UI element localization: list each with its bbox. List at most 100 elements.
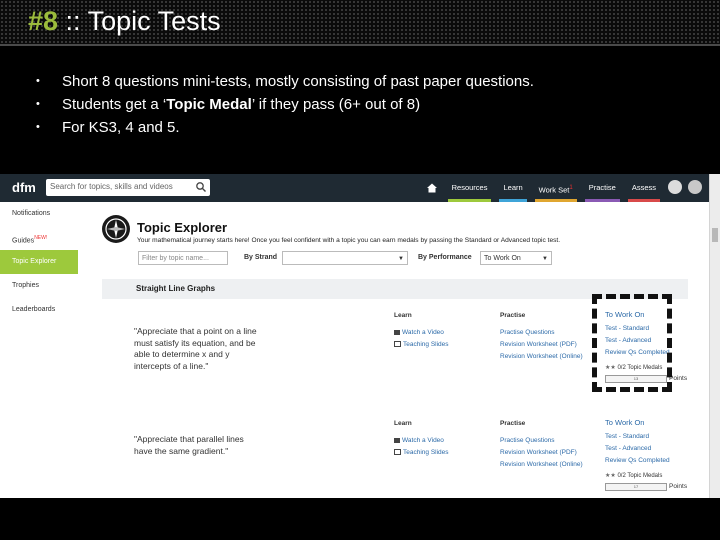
search-icon[interactable]: [195, 181, 207, 193]
app-screenshot: dfm Search for topics, skills and videos…: [0, 174, 720, 498]
test-advanced-link[interactable]: Test - Advanced: [605, 445, 651, 452]
sidebar-item-leaderboards[interactable]: Leaderboards: [0, 298, 78, 322]
bullet-text: For KS3, 4 and 5.: [62, 119, 180, 136]
video-icon: [394, 329, 400, 335]
scrollbar-thumb[interactable]: [712, 228, 718, 242]
search-placeholder: Search for topics, skills and videos: [50, 182, 173, 191]
sidebar-item-label: Leaderboards: [12, 306, 56, 313]
practise-questions-link[interactable]: Practise Questions: [500, 329, 555, 336]
practise-header: Practise: [500, 420, 526, 427]
topic-filter-input[interactable]: Filter by topic name...: [138, 251, 228, 265]
performance-value: To Work On: [484, 255, 521, 262]
skill-description: "Appreciate that parallel lines have the…: [134, 434, 244, 456]
revision-worksheet-pdf-link[interactable]: Revision Worksheet (PDF): [500, 449, 577, 456]
nav-work-set[interactable]: Work Set1: [531, 174, 581, 202]
skill-description: "Appreciate that a point on a line must …: [134, 326, 257, 371]
page-title: Topic Explorer: [137, 220, 228, 235]
practise-questions-link[interactable]: Practise Questions: [500, 437, 555, 444]
bullet-text: Students get a ‘: [62, 96, 167, 113]
performance-select[interactable]: To Work On ▼: [480, 251, 552, 265]
topic-row: "Appreciate that parallel lines have the…: [78, 416, 710, 498]
learn-header: Learn: [394, 312, 412, 319]
title-text: Topic Tests: [87, 6, 221, 36]
teaching-slides-link[interactable]: Teaching Slides: [394, 449, 449, 456]
sidebar-item-topic-explorer[interactable]: Topic Explorer: [0, 250, 78, 274]
slide-number: #8: [28, 6, 59, 36]
sidebar-item-trophies[interactable]: Trophies: [0, 274, 78, 298]
strand-select[interactable]: ▼: [282, 251, 408, 265]
page-subtitle: Your mathematical journey starts here! O…: [137, 237, 561, 244]
medals-text: 0/2 Topic Medals: [617, 473, 663, 479]
bullet-glyph: •: [36, 75, 40, 87]
nav-label: Learn: [503, 183, 523, 192]
slide-title: #8 :: Topic Tests: [28, 6, 221, 37]
sidebar-item-label: Guides: [12, 237, 35, 245]
nav-icons: [668, 180, 702, 194]
sidebar-item-guides[interactable]: GuidesNEW!: [0, 226, 78, 250]
test-standard-link[interactable]: Test - Standard: [605, 433, 649, 440]
title-separator: ::: [58, 6, 88, 36]
nav-label: Work Set: [538, 185, 570, 195]
search-input[interactable]: Search for topics, skills and videos: [46, 179, 210, 196]
review-qs-link[interactable]: Review Qs Completed: [605, 457, 670, 464]
link-label: Teaching Slides: [403, 449, 449, 456]
slide-title-bar: #8 :: Topic Tests: [0, 0, 720, 46]
work-set-badge: 1: [569, 185, 573, 191]
sidebar-item-notifications[interactable]: Notifications: [0, 202, 78, 226]
sidebar-item-label: Topic Explorer: [12, 258, 57, 265]
nav-resources[interactable]: Resources: [444, 174, 496, 202]
home-icon[interactable]: [426, 182, 438, 194]
bullet-list: • Short 8 questions mini-tests, mostly co…: [36, 70, 534, 139]
highlight-box: [592, 294, 672, 392]
nav-label: Assess: [631, 183, 656, 192]
avatar[interactable]: [688, 180, 702, 194]
bullet-item: • For KS3, 4 and 5.: [36, 116, 534, 139]
bullet-item: • Students get a ‘Topic Medal’ if they pa…: [36, 93, 534, 116]
by-performance-label: By Performance: [418, 254, 472, 261]
dfm-logo[interactable]: dfm: [12, 180, 36, 195]
title-underline: [0, 44, 720, 46]
nav-label: Resources: [451, 183, 488, 192]
nav-learn[interactable]: Learn: [495, 174, 530, 202]
learn-header: Learn: [394, 420, 412, 427]
bullet-text-post: ’ if they pass (6+ out of 8): [251, 96, 421, 113]
teaching-slides-link[interactable]: Teaching Slides: [394, 341, 449, 348]
link-label: Watch a Video: [402, 329, 444, 336]
settings-icon[interactable]: [668, 180, 682, 194]
link-label: Teaching Slides: [403, 341, 449, 348]
filter-placeholder: Filter by topic name...: [142, 255, 209, 262]
slides-icon: [394, 341, 401, 348]
nav-practise[interactable]: Practise: [581, 174, 624, 202]
star-icon: ★★: [605, 473, 616, 479]
link-label: Watch a Video: [402, 437, 444, 444]
bullet-glyph: •: [36, 98, 40, 110]
chevron-down-icon: ▼: [398, 256, 404, 262]
watch-video-link[interactable]: Watch a Video: [394, 437, 444, 444]
section-title: Straight Line Graphs: [136, 284, 216, 293]
by-strand-label: By Strand: [244, 254, 278, 261]
topic-medals: ★★ 0/2 Topic Medals: [605, 472, 662, 479]
slides-icon: [394, 449, 401, 456]
revision-worksheet-online-link[interactable]: Revision Worksheet (Online): [500, 461, 583, 468]
points-bar: 17: [605, 483, 667, 491]
bullet-text: Short 8 questions mini-tests, mostly con…: [62, 73, 534, 90]
scrollbar[interactable]: [709, 174, 720, 498]
main-content: Topic Explorer Your mathematical journey…: [78, 202, 710, 498]
bullet-bold: Topic Medal: [166, 96, 252, 113]
revision-worksheet-online-link[interactable]: Revision Worksheet (Online): [500, 353, 583, 360]
practise-header: Practise: [500, 312, 526, 319]
video-icon: [394, 437, 400, 443]
compass-icon: [102, 215, 130, 243]
top-nav: dfm Search for topics, skills and videos…: [0, 174, 720, 202]
chevron-down-icon: ▼: [542, 256, 548, 262]
revision-worksheet-pdf-link[interactable]: Revision Worksheet (PDF): [500, 341, 577, 348]
points-value: 17: [633, 484, 639, 489]
sidebar-item-label: Notifications: [12, 210, 51, 217]
status-label: To Work On: [605, 418, 645, 427]
bullet-item: • Short 8 questions mini-tests, mostly co…: [36, 70, 534, 93]
nav-assess[interactable]: Assess: [624, 174, 664, 202]
bullet-glyph: •: [36, 121, 40, 133]
watch-video-link[interactable]: Watch a Video: [394, 329, 444, 336]
sidebar: Notifications GuidesNEW! Topic Explorer …: [0, 202, 78, 498]
nav-label: Practise: [588, 183, 616, 192]
